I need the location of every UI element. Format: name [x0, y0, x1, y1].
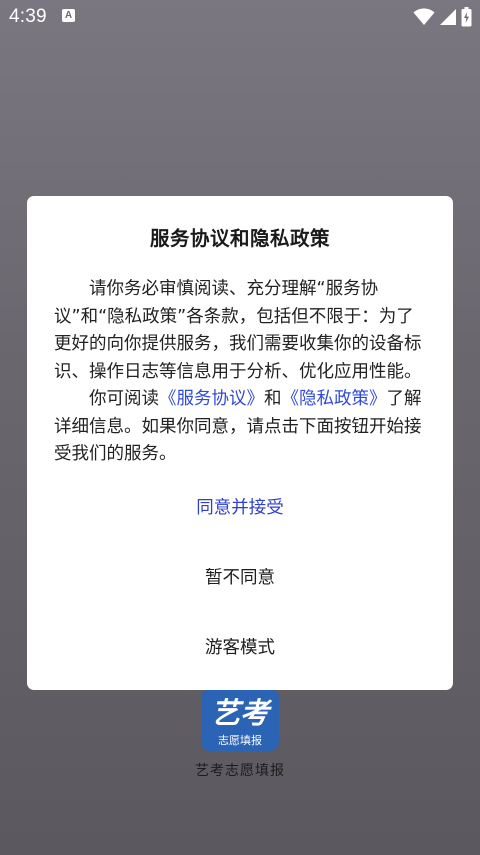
dialog-paragraph-2: 你可阅读《服务协议》和《隐私政策》了解详细信息。如果你同意，请点击下面按钮开始接…	[54, 386, 430, 469]
paragraph-2-prefix: 你可阅读	[89, 389, 159, 409]
privacy-dialog: 服务协议和隐私政策 请你务必审慎阅读、充分理解“服务协议”和“隐私政策”各条款，…	[27, 196, 453, 690]
decline-button[interactable]: 暂不同意	[27, 564, 453, 589]
service-agreement-link[interactable]: 《服务协议》	[159, 389, 264, 409]
app-logo-sub-text: 志愿填报	[218, 733, 262, 747]
battery-icon	[461, 7, 472, 27]
dialog-paragraph-1: 请你务必审慎阅读、充分理解“服务协议”和“隐私政策”各条款，包括但不限于：为了更…	[54, 279, 422, 382]
accept-button[interactable]: 同意并接受	[27, 494, 453, 519]
dialog-title: 服务协议和隐私政策	[149, 227, 330, 250]
privacy-policy-link[interactable]: 《隐私政策》	[282, 389, 387, 409]
app-logo: 艺考 志愿填报	[201, 689, 279, 751]
guest-mode-button[interactable]: 游客模式	[27, 634, 453, 659]
paragraph-2-middle: 和	[264, 389, 282, 409]
status-bar: 4:39 A	[0, 0, 480, 34]
wifi-icon	[413, 8, 435, 25]
app-logo-main-text: 艺考	[211, 696, 273, 730]
status-icons	[413, 6, 472, 28]
dialog-body: 请你务必审慎阅读、充分理解“服务协议”和“隐私政策”各条款，包括但不限于：为了更…	[54, 276, 430, 469]
app-name: 艺考志愿填报	[195, 763, 285, 779]
cellular-signal-icon	[440, 9, 456, 25]
notification-a-icon: A	[62, 9, 75, 22]
status-time: 4:39	[9, 6, 47, 27]
